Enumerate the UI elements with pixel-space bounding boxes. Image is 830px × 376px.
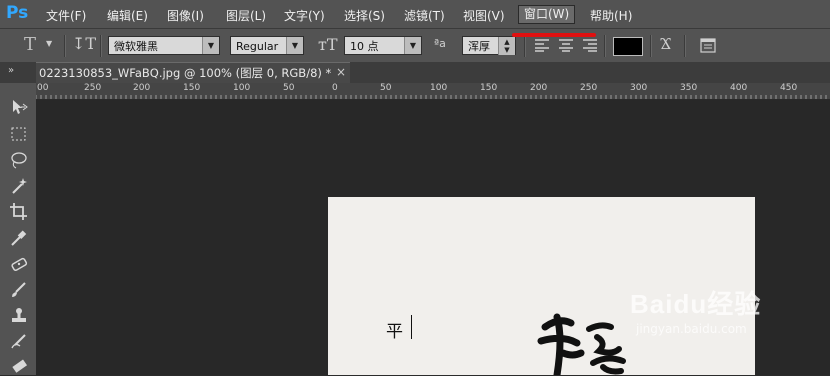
menu-image[interactable]: 图像(I) <box>167 7 204 24</box>
ruler-label: 50 <box>283 83 295 93</box>
ruler-label: 0 <box>332 83 338 93</box>
baidu-jingyan-watermark: Baidu经验 jingyan.baidu.com <box>630 284 762 336</box>
ps-logo: Ps <box>6 3 29 23</box>
align-center-icon[interactable] <box>559 39 573 52</box>
ruler-label: 450 <box>780 83 798 93</box>
history-brush-tool-icon[interactable] <box>9 332 29 352</box>
font-size-icon: ᴛT <box>318 35 338 54</box>
highlight-underline <box>512 33 596 37</box>
menu-edit[interactable]: 编辑(E) <box>107 7 148 24</box>
move-tool-icon[interactable] <box>9 97 29 117</box>
align-right-icon[interactable] <box>583 39 597 52</box>
toggle-orientation-icon[interactable]: ↧T <box>72 34 96 53</box>
ruler-label: 400 <box>730 83 748 93</box>
eraser-tool-icon[interactable] <box>9 356 29 376</box>
font-family-select[interactable]: 微软雅黑 ▼ <box>108 36 220 55</box>
crop-tool-icon[interactable] <box>9 202 29 222</box>
menu-view[interactable]: 视图(V) <box>463 7 505 24</box>
ruler-label: 250 <box>84 83 102 93</box>
ruler-label: 350 <box>680 83 698 93</box>
calligraphy-artwork <box>537 313 626 375</box>
text-cursor-ibeam <box>411 315 412 339</box>
menu-select[interactable]: 选择(S) <box>344 7 385 24</box>
menu-window[interactable]: 窗口(W) <box>518 5 576 24</box>
spinner-icon: ▲ ▼ <box>498 37 515 55</box>
typed-text[interactable]: 平 <box>386 317 403 342</box>
brush-tool-icon[interactable] <box>9 280 29 300</box>
collapse-panels-icon[interactable]: » <box>8 65 14 76</box>
ruler-label: 00 <box>37 83 49 93</box>
preset-dropdown-icon[interactable]: ▼ <box>46 39 52 48</box>
watermark-brand: Baidu经验 <box>630 289 762 319</box>
magic-wand-tool-icon[interactable] <box>9 176 29 196</box>
horizontal-ruler: 00 250 200 150 100 50 0 50 100 150 200 2… <box>36 83 830 100</box>
warp-text-icon[interactable]: Ϫ <box>660 34 671 54</box>
menu-bar: Ps 文件(F) 编辑(E) 图像(I) 图层(L) 文字(Y) 选择(S) 滤… <box>0 0 830 28</box>
font-family-value: 微软雅黑 <box>114 40 158 53</box>
lasso-tool-icon[interactable] <box>9 150 29 170</box>
ruler-label: 200 <box>530 83 548 93</box>
healing-brush-tool-icon[interactable] <box>9 254 29 274</box>
text-color-swatch[interactable] <box>613 37 643 56</box>
menu-type[interactable]: 文字(Y) <box>284 7 325 24</box>
menu-layer[interactable]: 图层(L) <box>226 7 266 24</box>
antialias-select[interactable]: 浑厚 ▲ ▼ <box>462 36 516 55</box>
chevron-down-icon: ▼ <box>404 37 421 54</box>
document-tab-bar: » 0223130853_WFaBQ.jpg @ 100% (图层 0, RGB… <box>0 62 830 83</box>
menu-file[interactable]: 文件(F) <box>46 7 86 24</box>
chevron-down-icon: ▼ <box>286 37 303 54</box>
ruler-label: 200 <box>133 83 151 93</box>
menu-filter[interactable]: 滤镜(T) <box>404 7 445 24</box>
ruler-label: 150 <box>480 83 498 93</box>
watermark-url: jingyan.baidu.com <box>636 322 747 336</box>
ruler-label: 300 <box>630 83 648 93</box>
antialias-value: 浑厚 <box>468 40 490 53</box>
chevron-down-icon: ▼ <box>202 37 219 54</box>
ruler-label: 100 <box>430 83 448 93</box>
font-style-select[interactable]: Regular ▼ <box>230 36 304 55</box>
marquee-tool-icon[interactable] <box>9 124 29 144</box>
close-icon[interactable]: × <box>336 65 346 79</box>
tools-panel <box>0 83 37 375</box>
eyedropper-tool-icon[interactable] <box>9 228 29 248</box>
clone-stamp-tool-icon[interactable] <box>9 306 29 326</box>
font-style-value: Regular <box>236 40 279 53</box>
align-left-icon[interactable] <box>535 39 549 52</box>
font-size-select[interactable]: 10 点 ▼ <box>344 36 422 55</box>
font-size-value: 10 点 <box>350 40 379 53</box>
ruler-label: 50 <box>380 83 392 93</box>
ruler-label: 250 <box>580 83 598 93</box>
character-panel-icon[interactable] <box>700 38 716 53</box>
ruler-label: 100 <box>233 83 251 93</box>
options-bar: T ▼ ↧T 微软雅黑 ▼ Regular ▼ ᴛT 10 点 ▼ ªa 浑厚 … <box>0 28 830 62</box>
ruler-label: 150 <box>183 83 201 93</box>
document-tab[interactable]: 0223130853_WFaBQ.jpg @ 100% (图层 0, RGB/8… <box>36 62 350 83</box>
antialias-icon: ªa <box>434 37 446 50</box>
document-tab-title: 0223130853_WFaBQ.jpg @ 100% (图层 0, RGB/8… <box>39 66 332 80</box>
type-tool-preset-icon[interactable]: T <box>24 34 36 55</box>
menu-help[interactable]: 帮助(H) <box>590 7 632 24</box>
